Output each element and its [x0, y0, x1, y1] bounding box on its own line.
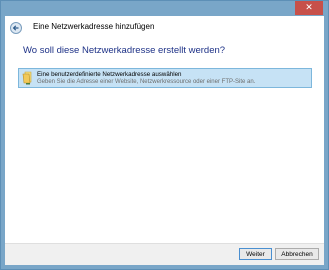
option-description: Geben Sie die Adresse einer Website, Net…	[37, 79, 256, 85]
page-heading: Wo soll diese Netzwerkadresse erstellt w…	[23, 45, 226, 56]
option-title: Eine benutzerdefinierte Netzwerkadresse …	[37, 71, 182, 78]
close-icon: ✕	[305, 3, 313, 13]
button-bar: Weiter Abbrechen	[5, 243, 324, 265]
back-button[interactable]	[10, 22, 22, 34]
option-custom-network-location[interactable]: Eine benutzerdefinierte Netzwerkadresse …	[18, 68, 312, 88]
wizard-title: Eine Netzwerkadresse hinzufügen	[33, 22, 155, 31]
wizard-window: ✕ Eine Netzwerkadresse hinzufügen Wo sol…	[0, 0, 329, 270]
wizard-content: Eine Netzwerkadresse hinzufügen Wo soll …	[5, 16, 324, 265]
wizard-header: Eine Netzwerkadresse hinzufügen	[5, 16, 324, 40]
next-button[interactable]: Weiter	[239, 248, 272, 260]
close-button[interactable]: ✕	[295, 1, 323, 15]
cancel-button[interactable]: Abbrechen	[275, 248, 319, 260]
back-arrow-icon	[12, 25, 19, 31]
folder-network-icon	[22, 71, 32, 85]
